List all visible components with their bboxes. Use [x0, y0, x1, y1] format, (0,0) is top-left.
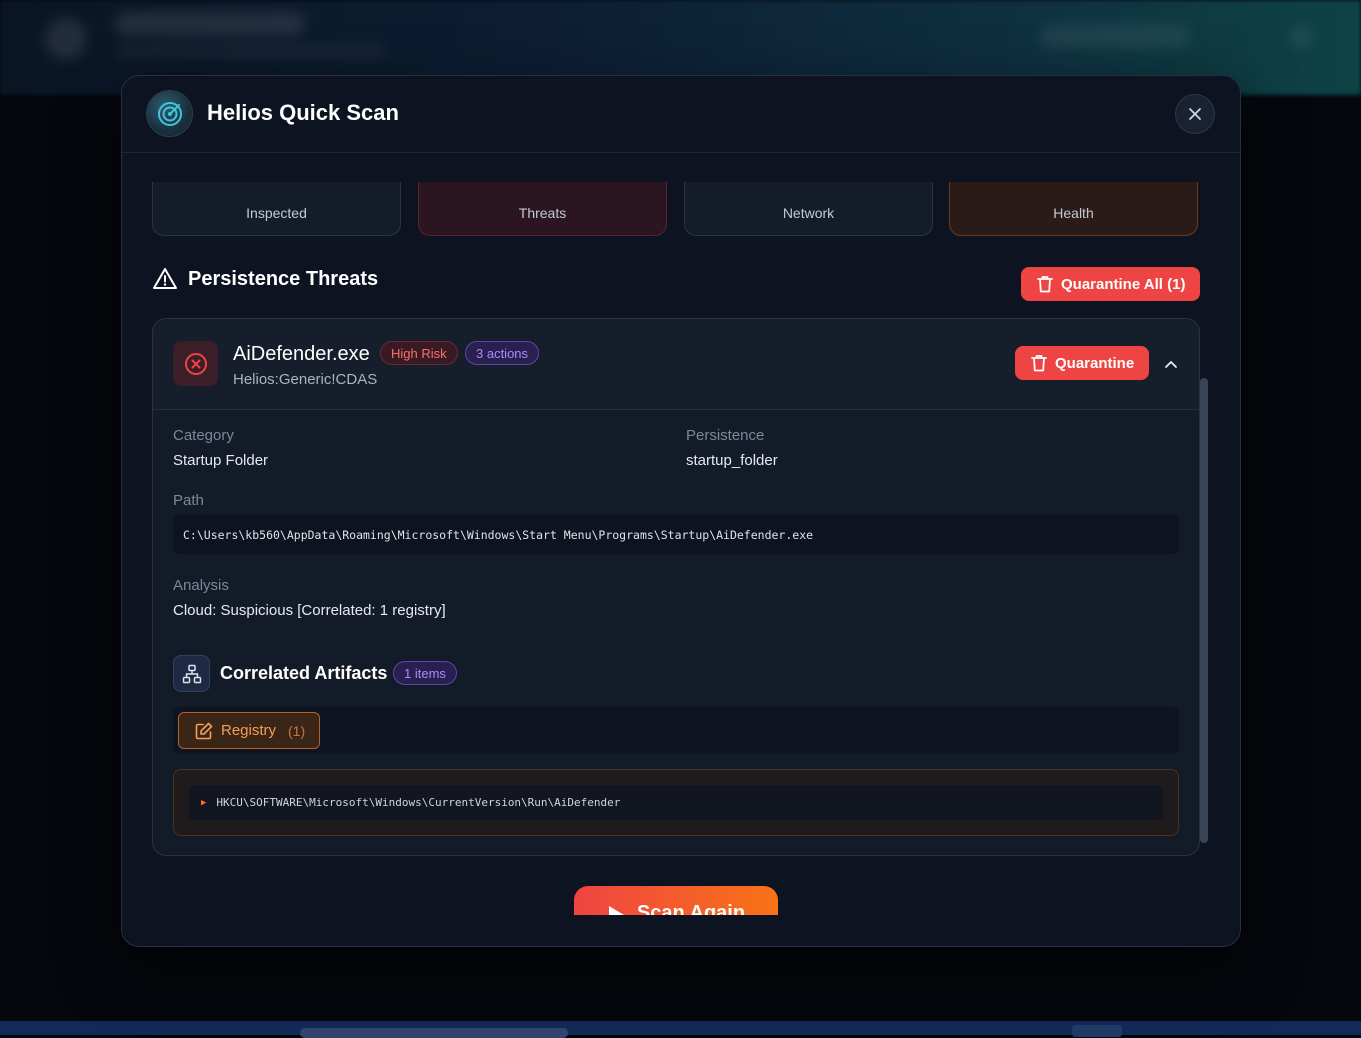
analysis-value: Cloud: Suspicious [Correlated: 1 registr…: [173, 602, 446, 619]
analysis-label: Analysis: [173, 577, 229, 594]
quarantine-all-label: Quarantine All (1): [1061, 275, 1186, 293]
stat-label: Health: [1053, 205, 1094, 221]
threat-card: AiDefender.exe High Risk 3 actions Helio…: [152, 318, 1200, 856]
modal-title: Helios Quick Scan: [207, 100, 399, 125]
trash-icon: [1037, 276, 1053, 293]
items-badge: 1 items: [393, 661, 457, 685]
background-status: [1040, 24, 1190, 48]
stat-label: Threats: [518, 205, 567, 221]
trash-icon: [1031, 355, 1047, 372]
scan-again-label: Scan Again: [636, 902, 746, 915]
category-label: Category: [173, 427, 234, 444]
risk-badge: High Risk: [380, 341, 458, 365]
threat-name: AiDefender.exe: [233, 343, 370, 365]
edit-icon: [195, 722, 213, 739]
background-title: [115, 12, 305, 36]
persistence-value: startup_folder: [686, 452, 778, 469]
registry-entry: ▶ HKCU\SOFTWARE\Microsoft\Windows\Curren…: [189, 785, 1163, 820]
artifact-tabs: Registry (1): [173, 707, 1179, 754]
stat-label: Inspected: [246, 205, 307, 221]
background-icon: [1290, 26, 1312, 48]
taskbar: [0, 1021, 1361, 1038]
section-title: Persistence Threats: [188, 267, 379, 290]
tab-registry[interactable]: Registry (1): [178, 712, 321, 749]
quarantine-button[interactable]: Quarantine: [1015, 346, 1149, 380]
path-value: C:\Users\kb560\AppData\Roaming\Microsoft…: [173, 515, 1179, 554]
radar-icon: [147, 91, 192, 136]
taskbar-search: [300, 1028, 568, 1038]
actions-badge: 3 actions: [465, 341, 540, 365]
stat-inspected: 2417 Inspected: [152, 182, 401, 236]
scan-modal: Helios Quick Scan 2417 Inspected 1 Threa…: [121, 75, 1241, 947]
tab-registry-count: (1): [288, 722, 306, 739]
scan-again-button[interactable]: Scan Again: [574, 886, 778, 915]
registry-panel: ▶ HKCU\SOFTWARE\Microsoft\Windows\Curren…: [173, 769, 1179, 836]
taskbar-item: [1072, 1025, 1122, 1037]
registry-entry-path: HKCU\SOFTWARE\Microsoft\Windows\CurrentV…: [216, 796, 621, 809]
stat-label: Network: [782, 205, 835, 221]
threat-card-header[interactable]: AiDefender.exe High Risk 3 actions Helio…: [153, 319, 1199, 410]
close-button[interactable]: [1175, 94, 1215, 134]
modal-header: Helios Quick Scan: [122, 76, 1240, 153]
modal-scroll-content[interactable]: 2417 Inspected 1 Threats 0 Network 1 Hea…: [122, 182, 1240, 915]
correlated-title: Correlated Artifacts: [220, 663, 388, 683]
scrollbar-thumb[interactable]: [1200, 378, 1208, 843]
tab-registry-label: Registry: [221, 722, 277, 739]
background-logo: [45, 18, 87, 60]
background-subtitle: [115, 45, 385, 57]
section-header: Persistence Threats: [152, 267, 378, 291]
threat-error-icon: [173, 341, 218, 386]
stat-threats: 1 Threats: [418, 182, 667, 236]
persistence-label: Persistence: [686, 427, 765, 444]
play-icon: [608, 906, 624, 915]
category-value: Startup Folder: [173, 452, 269, 469]
stat-network: 0 Network: [684, 182, 933, 236]
close-icon: [1189, 108, 1201, 120]
threat-signature: Helios:Generic!CDAS: [233, 371, 378, 388]
network-tree-icon: [173, 655, 210, 692]
quarantine-all-button[interactable]: Quarantine All (1): [1021, 267, 1200, 301]
warning-icon: [153, 268, 177, 289]
chevron-up-icon[interactable]: [1161, 354, 1181, 374]
stat-health: 1 Health: [949, 182, 1198, 236]
path-label: Path: [173, 492, 204, 509]
quarantine-label: Quarantine: [1055, 354, 1135, 372]
arrow-right-icon: ▶: [201, 797, 207, 808]
